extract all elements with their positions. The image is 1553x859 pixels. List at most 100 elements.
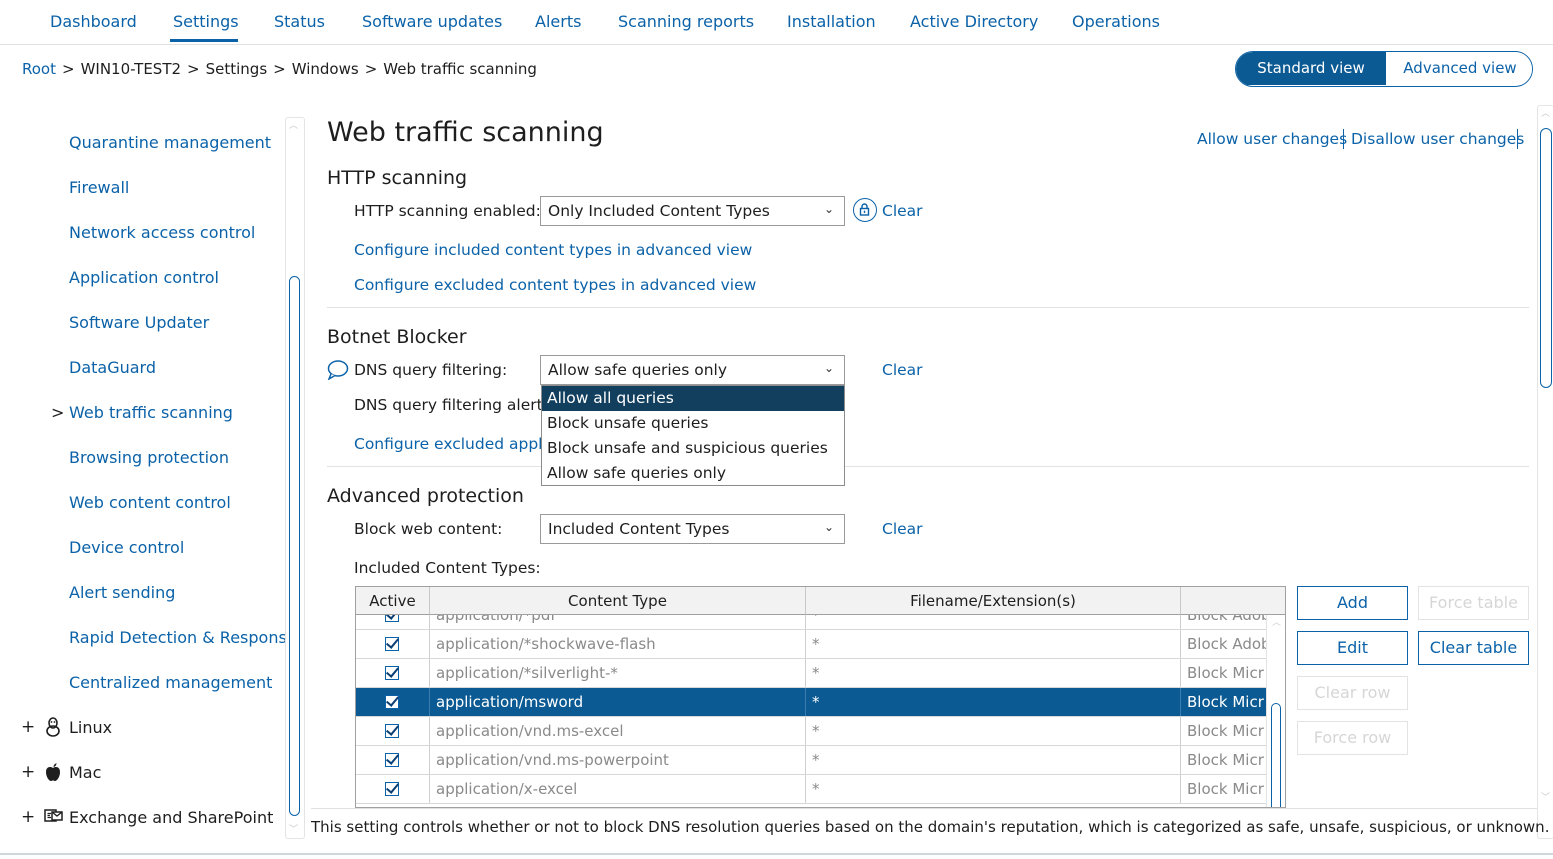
sidebar-item-rapid-detection-response[interactable]: Rapid Detection & Response [69,628,285,647]
sidebar-item-network-access-control[interactable]: Network access control [69,223,255,242]
table-scrollbar[interactable]: ︿ [1266,615,1285,807]
active-checkbox[interactable] [385,666,399,680]
sidebar-item-quarantine-management[interactable]: Quarantine management [69,133,271,152]
dns-clear-link[interactable]: Clear [882,361,923,379]
comment-icon[interactable] [327,360,349,384]
force-row-button[interactable]: Force row [1297,721,1408,755]
active-checkbox[interactable] [385,695,399,709]
column-header-filename-extensions[interactable]: Filename/Extension(s) [806,587,1181,615]
tab-operations[interactable]: Operations [1072,12,1160,31]
tab-alerts[interactable]: Alerts [535,12,581,31]
table-row[interactable]: application/*pdf * Block Adob [356,615,1266,630]
http-clear-link[interactable]: Clear [882,202,923,220]
sidebar-item-alert-sending[interactable]: Alert sending [69,583,175,602]
botnet-blocker-title: Botnet Blocker [327,326,467,348]
table-row[interactable]: application/*shockwave-flash * Block Ado… [356,630,1266,659]
scroll-down-icon[interactable]: ﹀ [289,822,298,835]
expand-mac-icon[interactable]: + [21,762,35,782]
dns-query-filtering-select[interactable]: Allow safe queries only ⌄ [540,355,845,385]
apple-icon [44,762,62,786]
table-row[interactable]: application/vnd.ms-excel * Block Micr [356,717,1266,746]
tab-installation[interactable]: Installation [787,12,876,31]
table-row[interactable]: application/vnd.ms-powerpoint * Block Mi… [356,746,1266,775]
sidebar-item-software-updater[interactable]: Software Updater [69,313,209,332]
sidebar-item-web-traffic-scanning[interactable]: Web traffic scanning [69,403,233,422]
active-cell[interactable] [356,615,430,629]
sidebar-item-centralized-management[interactable]: Centralized management [69,673,272,692]
sidebar-group-exchange-sharepoint[interactable]: Exchange and SharePoint [69,808,273,827]
table-row-selected[interactable]: application/msword * Block Micr [356,688,1266,717]
scroll-up-icon[interactable]: ︿ [289,118,298,131]
table-row[interactable]: application/*silverlight-* * Block Micr [356,659,1266,688]
sidebar-item-web-content-control[interactable]: Web content control [69,493,231,512]
extension-cell: * [806,717,1181,745]
dropdown-option-block-unsafe[interactable]: Block unsafe queries [542,411,844,436]
tab-software-updates[interactable]: Software updates [362,12,502,31]
expand-exchange-icon[interactable]: + [21,807,35,827]
active-checkbox[interactable] [385,782,399,796]
force-table-button[interactable]: Force table [1418,586,1529,620]
breadcrumb-windows: Windows [291,60,359,78]
block-web-content-label: Block web content: [354,520,503,538]
dropdown-option-block-unsafe-suspicious[interactable]: Block unsafe and suspicious queries [542,436,844,461]
sidebar-scrollbar-thumb[interactable] [289,276,300,816]
tab-settings[interactable]: Settings [173,12,239,31]
scroll-up-icon[interactable]: ︿ [1272,615,1281,628]
advanced-view-button[interactable]: Advanced view [1386,52,1532,85]
sidebar-item-dataguard[interactable]: DataGuard [69,358,156,377]
column-header-action[interactable] [1181,587,1285,615]
column-header-active[interactable]: Active [356,587,430,615]
active-checkbox[interactable] [385,724,399,738]
sidebar-group-mac[interactable]: Mac [69,763,101,782]
active-cell[interactable] [356,775,430,803]
block-web-content-select-value: Included Content Types [548,520,730,538]
tab-active-directory[interactable]: Active Directory [910,12,1038,31]
main-scrollbar-thumb[interactable] [1540,128,1552,388]
active-cell[interactable] [356,688,430,716]
configure-included-content-types-link[interactable]: Configure included content types in adva… [354,241,752,259]
scroll-down-icon[interactable]: ﹀ [1541,790,1550,803]
sidebar-group-linux[interactable]: Linux [69,718,112,737]
edit-button[interactable]: Edit [1297,631,1408,665]
configure-excluded-content-types-link[interactable]: Configure excluded content types in adva… [354,276,756,294]
active-checkbox[interactable] [385,615,399,622]
active-cell[interactable] [356,717,430,745]
sidebar-item-browsing-protection[interactable]: Browsing protection [69,448,229,467]
active-cell[interactable] [356,746,430,774]
active-checkbox[interactable] [385,637,399,651]
allow-user-changes-link[interactable]: Allow user changes [1197,130,1347,148]
standard-view-button[interactable]: Standard view [1236,52,1386,85]
sidebar-item-device-control[interactable]: Device control [69,538,184,557]
sidebar-item-application-control[interactable]: Application control [69,268,219,287]
active-checkbox[interactable] [385,753,399,767]
sidebar-item-firewall[interactable]: Firewall [69,178,129,197]
extension-cell: * [806,659,1181,687]
disallow-user-changes-link[interactable]: Disallow user changes [1351,130,1524,148]
block-web-content-select[interactable]: Included Content Types ⌄ [540,514,845,544]
active-cell[interactable] [356,659,430,687]
dropdown-option-allow-safe[interactable]: Allow safe queries only [542,461,844,486]
clear-row-button[interactable]: Clear row [1297,676,1408,710]
table-scrollbar-thumb[interactable] [1271,703,1281,807]
active-cell[interactable] [356,630,430,658]
dropdown-option-allow-all[interactable]: Allow all queries [542,386,844,411]
linux-penguin-icon [44,717,62,741]
block-web-content-clear-link[interactable]: Clear [882,520,923,538]
scroll-up-icon[interactable]: ︿ [1541,106,1550,119]
tab-dashboard[interactable]: Dashboard [50,12,137,31]
column-header-content-type[interactable]: Content Type [430,587,806,615]
breadcrumb-computer: WIN10-TEST2 [80,60,182,78]
http-scanning-select[interactable]: Only Included Content Types ⌄ [540,196,845,226]
http-scanning-enabled-label: HTTP scanning enabled: [354,202,541,220]
expand-linux-icon[interactable]: + [21,717,35,737]
configure-excluded-applications-link[interactable]: Configure excluded applic [354,435,555,453]
extension-cell: * [806,615,1181,629]
breadcrumb-separator: > [364,60,378,78]
tab-status[interactable]: Status [274,12,325,31]
add-button[interactable]: Add [1297,586,1408,620]
clear-table-button[interactable]: Clear table [1418,631,1529,665]
tab-scanning-reports[interactable]: Scanning reports [618,12,754,31]
lock-icon[interactable] [853,198,877,222]
table-row[interactable]: application/x-excel * Block Micr [356,775,1266,804]
breadcrumb-root[interactable]: Root [22,60,56,78]
